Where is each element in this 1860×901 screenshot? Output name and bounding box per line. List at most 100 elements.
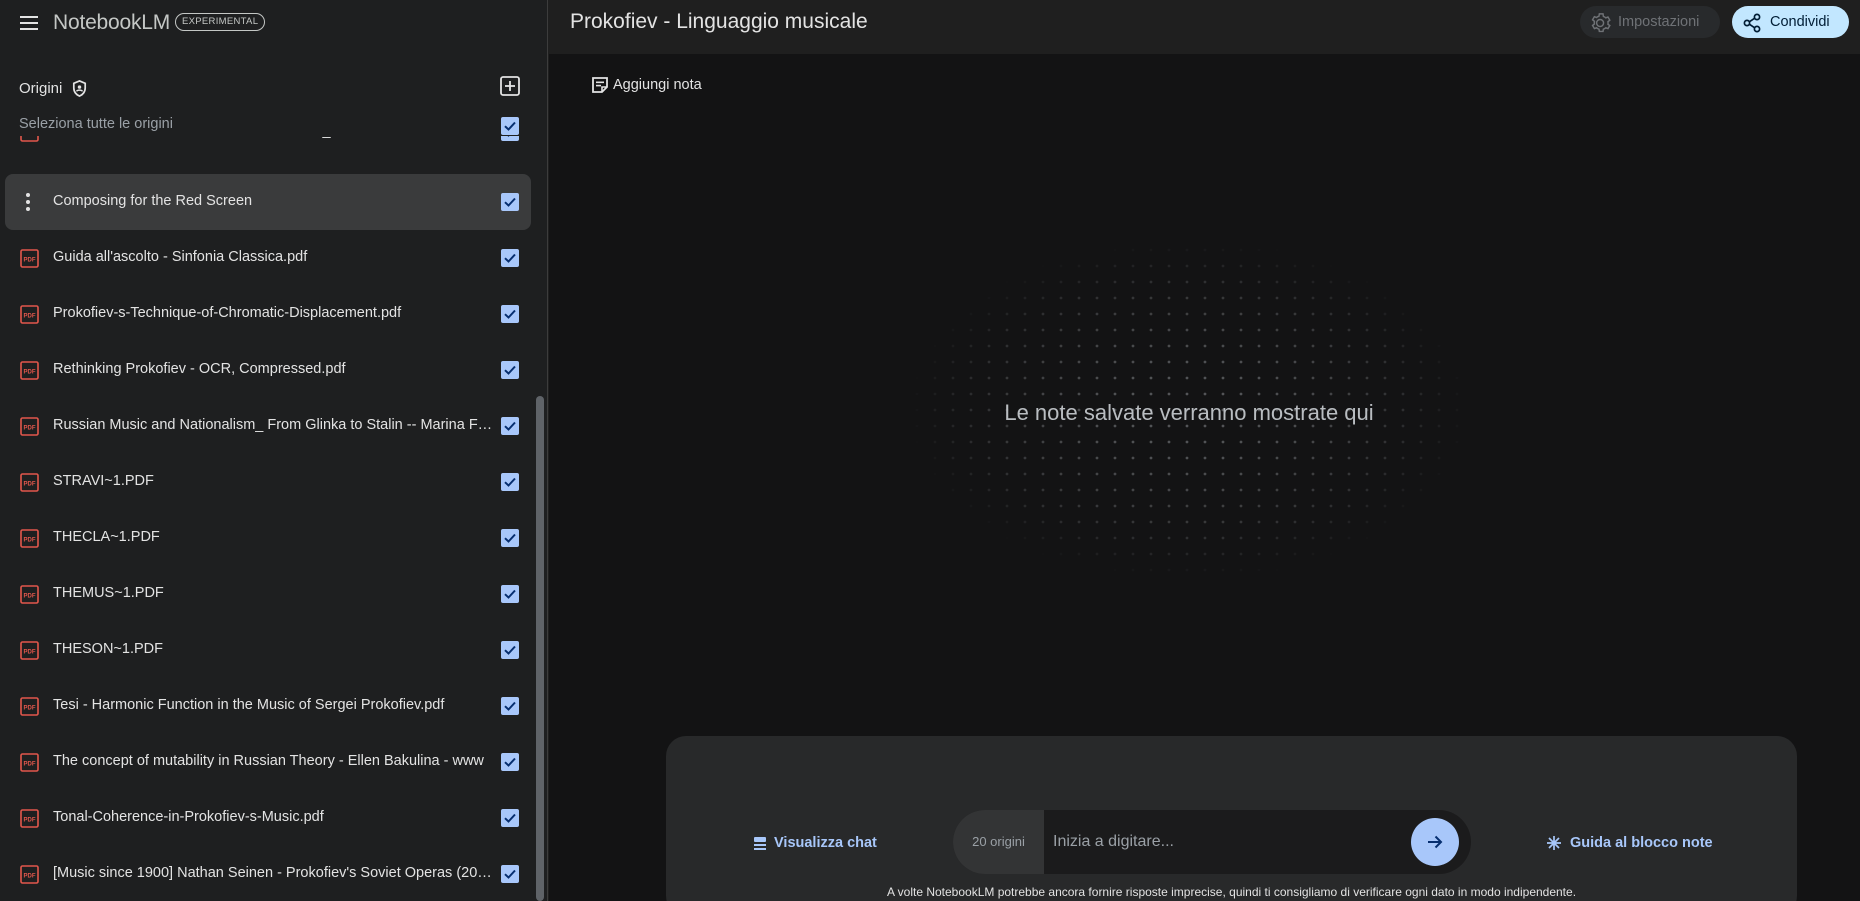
decoration-dot — [1365, 472, 1369, 476]
add-note-label: Aggiungi nota — [613, 77, 702, 93]
source-label: Russian Music and Nationalism_ From Glin… — [53, 417, 493, 433]
decoration-dot — [1347, 472, 1351, 476]
source-checkbox[interactable] — [501, 529, 519, 547]
decoration-dot — [1311, 392, 1315, 396]
check-icon — [504, 365, 516, 375]
sparkle-icon — [1547, 836, 1561, 850]
pdf-icon: PDF — [20, 305, 39, 324]
source-checkbox[interactable] — [501, 417, 519, 435]
decoration-dot — [987, 328, 991, 332]
decoration-dot — [1095, 536, 1099, 540]
source-item[interactable]: Composing for the Red Screen — [5, 174, 531, 230]
decoration-dot — [933, 392, 937, 396]
source-item[interactable]: PDF STRAVI~1.PDF — [5, 454, 531, 510]
pdf-icon: PDF — [20, 809, 39, 828]
source-checkbox[interactable] — [501, 361, 519, 379]
source-checkbox[interactable] — [501, 193, 519, 211]
sources-sidebar: NotebookLM EXPERIMENTAL Origini Selezion… — [0, 0, 548, 901]
decoration-dot — [1329, 536, 1333, 540]
decoration-dot — [1275, 296, 1279, 300]
source-checkbox[interactable] — [501, 641, 519, 659]
decoration-dot — [1185, 344, 1189, 348]
source-item[interactable]: PDF THECLA~1.PDF — [5, 510, 531, 566]
send-button[interactable] — [1411, 818, 1459, 866]
check-icon — [504, 813, 516, 823]
check-icon — [504, 589, 516, 599]
source-item[interactable]: PDF Boris Berman - Prokofiev's Piano Sona… — [5, 136, 531, 160]
decoration-dot — [1293, 264, 1297, 268]
decoration-dot — [1401, 328, 1405, 332]
source-checkbox[interactable] — [501, 305, 519, 323]
add-source-button[interactable] — [499, 75, 521, 97]
sidebar-scrollbar[interactable] — [536, 396, 544, 901]
decoration-dot — [1185, 520, 1189, 524]
source-checkbox[interactable] — [501, 136, 519, 141]
source-item[interactable]: PDF Rethinking Prokofiev - OCR, Compresse… — [5, 342, 531, 398]
decoration-dot — [1167, 328, 1171, 332]
decoration-dot — [1383, 328, 1387, 332]
decoration-dot — [1185, 328, 1189, 332]
source-item[interactable]: PDF THEMUS~1.PDF — [5, 566, 531, 622]
decoration-dot — [1167, 264, 1171, 268]
select-all-checkbox[interactable] — [501, 117, 519, 135]
decoration-dot — [987, 456, 991, 460]
source-item[interactable]: PDF Tesi - Harmonic Function in the Music… — [5, 678, 531, 734]
check-icon — [504, 121, 516, 131]
pdf-icon: PDF — [20, 753, 39, 772]
more-vert-icon[interactable] — [25, 192, 31, 212]
source-checkbox[interactable] — [501, 809, 519, 827]
decoration-dot — [1437, 392, 1441, 396]
decoration-dot — [1041, 440, 1045, 444]
settings-button[interactable]: Impostazioni — [1580, 6, 1720, 38]
source-item[interactable]: PDF Prokofiev-s-Technique-of-Chromatic-Di… — [5, 286, 531, 342]
query-input[interactable] — [1053, 830, 1393, 854]
decoration-dot — [1221, 264, 1225, 268]
pdf-icon: PDF — [20, 136, 39, 142]
source-checkbox[interactable] — [501, 697, 519, 715]
source-item[interactable]: PDF THESON~1.PDF — [5, 622, 531, 678]
notebook-guide-button[interactable]: Guida al blocco note — [1546, 833, 1713, 853]
pdf-icon: PDF — [20, 249, 39, 268]
decoration-dot — [1095, 520, 1099, 524]
decoration-dot — [1221, 376, 1225, 380]
source-label: Tesi - Harmonic Function in the Music of… — [53, 697, 445, 713]
notebook-title[interactable]: Prokofiev - Linguaggio musicale — [570, 10, 868, 34]
source-checkbox[interactable] — [501, 753, 519, 771]
share-button[interactable]: Condividi — [1732, 6, 1849, 38]
decoration-dot — [1131, 328, 1135, 332]
source-label: THEMUS~1.PDF — [53, 585, 164, 601]
decoration-dot — [987, 392, 991, 396]
sources-count-chip[interactable]: 20 origini — [953, 810, 1044, 874]
source-item[interactable]: PDF Tonal-Coherence-in-Prokofiev-s-Music.… — [5, 790, 531, 846]
decoration-dot — [1275, 392, 1279, 396]
source-checkbox[interactable] — [501, 473, 519, 491]
decoration-dot — [987, 440, 991, 444]
add-note-button[interactable]: Aggiungi nota — [590, 75, 702, 95]
decoration-dot — [1203, 344, 1207, 348]
source-label: THECLA~1.PDF — [53, 529, 160, 545]
decoration-dot — [1257, 504, 1261, 508]
decoration-dot — [1185, 488, 1189, 492]
decoration-dot — [1293, 536, 1297, 540]
select-all-label: Seleziona tutte le origini — [19, 116, 173, 132]
decoration-dot — [1401, 504, 1405, 508]
decoration-dot — [1239, 248, 1243, 252]
decoration-dot — [1311, 360, 1315, 364]
decoration-dot — [1005, 504, 1009, 508]
source-checkbox[interactable] — [501, 585, 519, 603]
view-chat-label: Visualizza chat — [774, 835, 877, 851]
decoration-dot — [1275, 328, 1279, 332]
menu-icon[interactable] — [17, 12, 41, 34]
view-chat-button[interactable]: Visualizza chat — [753, 833, 877, 853]
source-item[interactable]: PDF The concept of mutability in Russian … — [5, 734, 531, 790]
source-checkbox[interactable] — [501, 865, 519, 883]
source-item[interactable]: PDF Guida all'ascolto - Sinfonia Classica… — [5, 230, 531, 286]
source-checkbox[interactable] — [501, 249, 519, 267]
decoration-dot — [1401, 376, 1405, 380]
source-item[interactable]: PDF Russian Music and Nationalism_ From G… — [5, 398, 531, 454]
decoration-dot — [1257, 328, 1261, 332]
decoration-dot — [1167, 488, 1171, 492]
decoration-dot — [1077, 376, 1081, 380]
source-item[interactable]: PDF [Music since 1900] Nathan Seinen - Pr… — [5, 846, 531, 901]
shield-icon[interactable] — [70, 79, 89, 98]
